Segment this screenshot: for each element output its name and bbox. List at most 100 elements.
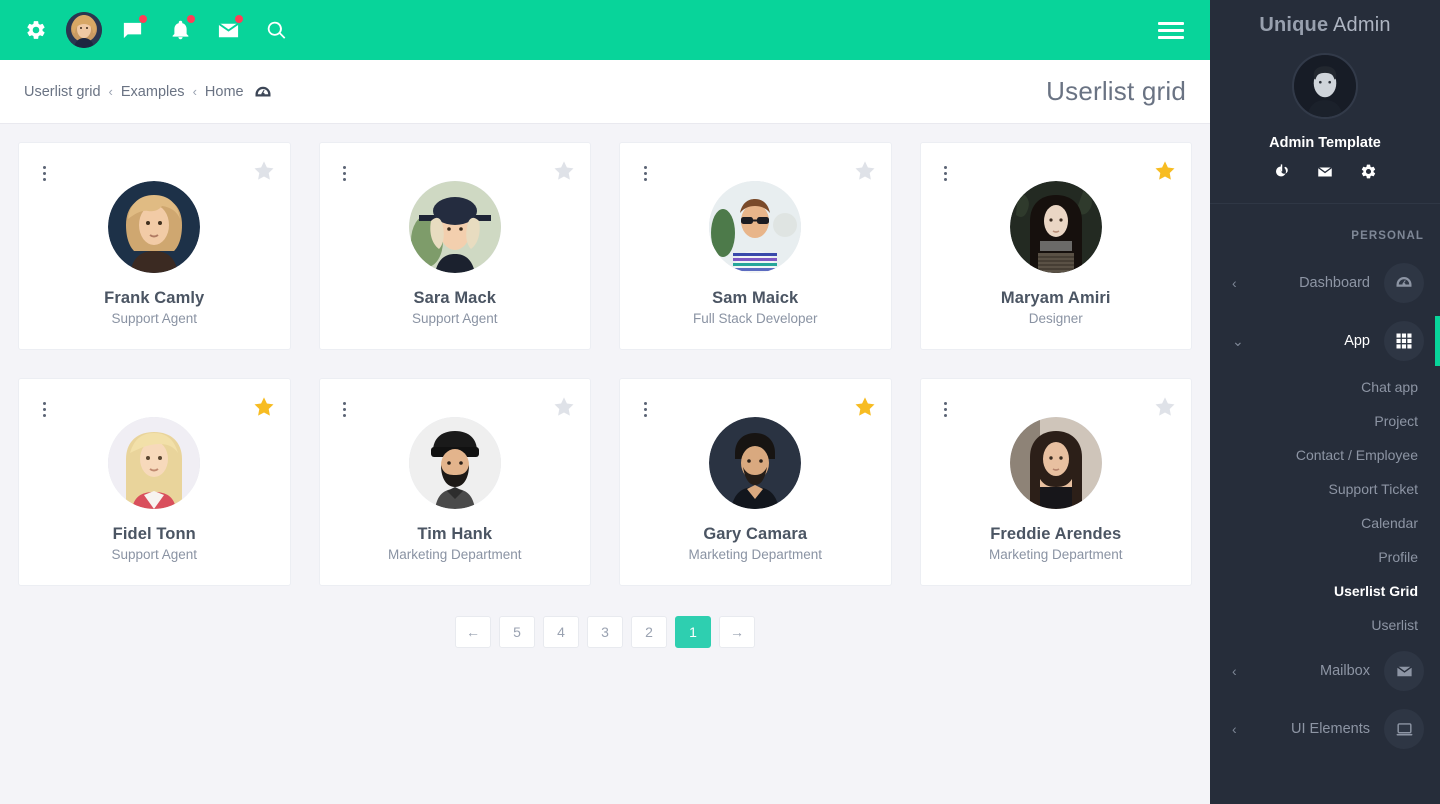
user-name: Sara Mack	[413, 289, 497, 307]
sidebar: Unique Admin Admin Template PERSONAL ‹ D…	[1210, 0, 1440, 804]
breadcrumb-item-home[interactable]: Home	[205, 84, 244, 100]
pagination-page-3[interactable]: 3	[587, 616, 623, 648]
chevron-icon[interactable]: ‹	[1232, 276, 1237, 290]
user-card[interactable]: Gary Camara Marketing Department	[619, 378, 892, 586]
sidebar-profile-actions	[1273, 163, 1377, 181]
breadcrumb-bar: Userlist grid ‹ Examples ‹ Home Userlist…	[0, 60, 1210, 124]
sidebar-subitem-support-ticket[interactable]: Support Ticket	[1210, 472, 1440, 506]
breadcrumb-separator: ‹	[192, 84, 197, 99]
pagination-page-4[interactable]: 4	[543, 616, 579, 648]
avatar	[709, 417, 802, 509]
user-name: Sam Maick	[712, 289, 799, 307]
favorite-star-icon[interactable]	[853, 159, 877, 183]
userlist-grid: Frank Camly Support Agent Sara Mack Support…	[18, 142, 1192, 586]
dashboard-icon[interactable]	[254, 83, 272, 101]
breadcrumb: Userlist grid ‹ Examples ‹ Home	[24, 83, 272, 101]
sidebar-logo-bold: Unique	[1259, 14, 1329, 36]
user-card[interactable]: Sam Maick Full Stack Developer	[619, 142, 892, 350]
pagination-page-1[interactable]: 1	[675, 616, 711, 648]
card-menu-icon[interactable]	[35, 163, 53, 183]
user-role: Full Stack Developer	[692, 311, 818, 326]
gear-icon[interactable]	[12, 0, 60, 60]
sidebar-subitem-calendar[interactable]: Calendar	[1210, 506, 1440, 540]
user-card[interactable]: Fidel Tonn Support Agent	[18, 378, 291, 586]
avatar	[1009, 417, 1102, 509]
card-menu-icon[interactable]	[937, 399, 955, 419]
hamburger-icon[interactable]	[1158, 20, 1184, 40]
page-title: Userlist grid	[1046, 76, 1186, 106]
bell-icon[interactable]	[156, 0, 204, 60]
sidebar-subitem-userlist-grid[interactable]: Userlist Grid	[1210, 574, 1440, 608]
chat-icon[interactable]	[108, 0, 156, 60]
search-icon[interactable]	[252, 0, 300, 60]
favorite-star-icon[interactable]	[853, 395, 877, 419]
user-name: Tim Hank	[417, 525, 493, 543]
top-bar	[0, 0, 1210, 60]
sidebar-item-label: App	[1344, 333, 1370, 349]
sidebar-profile-name: Admin Template	[1269, 135, 1381, 151]
power-icon[interactable]	[1273, 163, 1290, 181]
chat-badge	[139, 15, 147, 23]
chevron-icon[interactable]: ‹	[1232, 722, 1237, 736]
sidebar-item-ui-elements[interactable]: ‹ UI Elements	[1210, 700, 1440, 758]
envelope-icon	[1384, 651, 1424, 691]
sidebar-header: Unique Admin Admin Template	[1210, 0, 1440, 203]
gear-icon[interactable]	[1360, 163, 1377, 181]
mail-icon[interactable]	[1316, 163, 1334, 181]
avatar	[108, 181, 201, 273]
user-name: Frank Camly	[104, 289, 205, 307]
breadcrumb-item-userlist-grid[interactable]: Userlist grid	[24, 84, 101, 100]
card-menu-icon[interactable]	[336, 163, 354, 183]
sidebar-subitem-chat-app[interactable]: Chat app	[1210, 370, 1440, 404]
sidebar-nav: ‹ Dashboard ⌄ App Chat app Project Contact / E…	[1210, 254, 1440, 758]
card-menu-icon[interactable]	[636, 399, 654, 419]
sidebar-item-label: Mailbox	[1320, 663, 1370, 679]
sidebar-item-app[interactable]: ⌄ App	[1210, 312, 1440, 370]
sidebar-item-mailbox[interactable]: ‹ Mailbox	[1210, 642, 1440, 700]
sidebar-subitem-profile[interactable]: Profile	[1210, 540, 1440, 574]
avatar	[108, 417, 201, 509]
chevron-icon[interactable]: ‹	[1232, 664, 1237, 678]
sidebar-item-label: Dashboard	[1299, 275, 1370, 291]
favorite-star-icon[interactable]	[252, 395, 276, 419]
favorite-star-icon[interactable]	[552, 159, 576, 183]
user-card[interactable]: Sara Mack Support Agent	[318, 142, 591, 350]
avatar	[709, 181, 802, 273]
user-name: Freddie Arendes	[990, 525, 1122, 543]
card-menu-icon[interactable]	[336, 399, 354, 419]
favorite-star-icon[interactable]	[1153, 159, 1177, 183]
pagination-page-5[interactable]: 5	[499, 616, 535, 648]
favorite-star-icon[interactable]	[252, 159, 276, 183]
breadcrumb-item-examples[interactable]: Examples	[121, 84, 185, 100]
pagination-prev[interactable]: ←	[455, 616, 491, 648]
sidebar-logo-rest: Admin	[1328, 14, 1391, 36]
pagination-next[interactable]: →	[719, 616, 755, 648]
sidebar-avatar[interactable]	[1292, 53, 1358, 119]
avatar	[408, 417, 501, 509]
user-name: Maryam Amiri	[1000, 289, 1111, 307]
sidebar-subitem-project[interactable]: Project	[1210, 404, 1440, 438]
card-menu-icon[interactable]	[35, 399, 53, 419]
sidebar-item-dashboard[interactable]: ‹ Dashboard	[1210, 254, 1440, 312]
user-card[interactable]: Freddie Arendes Marketing Department	[919, 378, 1192, 586]
favorite-star-icon[interactable]	[552, 395, 576, 419]
favorite-star-icon[interactable]	[1153, 395, 1177, 419]
sidebar-subitem-userlist[interactable]: Userlist	[1210, 608, 1440, 642]
user-name: Fidel Tonn	[112, 525, 196, 543]
user-name: Gary Camara	[703, 525, 808, 543]
top-bar-avatar[interactable]	[66, 12, 102, 48]
card-menu-icon[interactable]	[636, 163, 654, 183]
user-card[interactable]: Frank Camly Support Agent	[18, 142, 291, 350]
user-card[interactable]: Tim Hank Marketing Department	[318, 378, 591, 586]
pagination-page-2[interactable]: 2	[631, 616, 667, 648]
user-card[interactable]: Maryam Amiri Designer	[919, 142, 1192, 350]
sidebar-subitem-contact-employee[interactable]: Contact / Employee	[1210, 438, 1440, 472]
chevron-icon[interactable]: ⌄	[1232, 334, 1244, 348]
sidebar-section-label: PERSONAL	[1351, 230, 1424, 242]
content-area: Frank Camly Support Agent Sara Mack Support…	[0, 124, 1210, 804]
app-root: Userlist grid ‹ Examples ‹ Home Userlist…	[0, 0, 1440, 804]
laptop-icon	[1384, 709, 1424, 749]
mail-icon[interactable]	[204, 0, 252, 60]
card-menu-icon[interactable]	[937, 163, 955, 183]
sidebar-logo[interactable]: Unique Admin	[1259, 14, 1390, 37]
